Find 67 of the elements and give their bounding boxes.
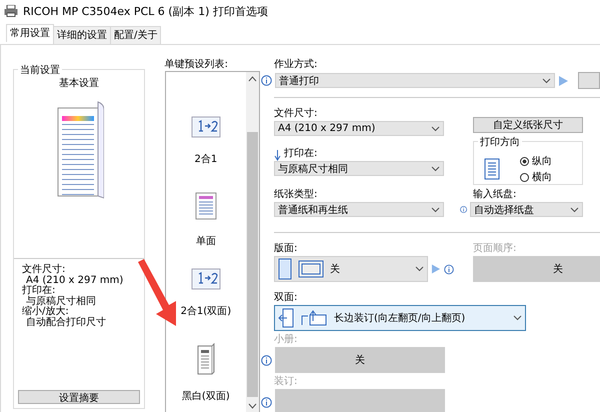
binding-edge-icon <box>300 310 328 326</box>
caret-icon <box>431 126 440 132</box>
field-label: 小册: <box>274 334 298 347</box>
caret-icon <box>431 166 440 172</box>
caret-icon <box>513 315 522 321</box>
caret-icon <box>542 78 551 84</box>
field-label: 作业方式: <box>274 59 318 72</box>
play-arrow-icon <box>558 74 569 86</box>
custom-paper-size-button[interactable]: 自定义纸张尺寸 <box>473 117 583 133</box>
mono-page-icon <box>196 343 215 376</box>
landscape-page-icon <box>298 260 324 278</box>
preset-item[interactable]: 2合1(双面) <box>180 268 232 338</box>
summary-value: 自动配合打印尺寸 <box>25 318 107 328</box>
dropdown[interactable]: A4 (210 x 297 mm) <box>274 121 444 136</box>
tab[interactable]: 配置/关于 <box>110 26 162 44</box>
list-label: 单键预设列表: <box>164 59 230 71</box>
summary-label: 打印在: <box>22 286 56 296</box>
document-page-icon <box>194 192 217 220</box>
info-icon <box>460 204 468 215</box>
field-label: 打印在: <box>284 148 318 161</box>
two-in-one-icon <box>190 268 221 290</box>
preset-item[interactable]: 2合1 <box>190 116 221 186</box>
summary-label: 缩小/放大: <box>22 307 69 317</box>
window-title: RICOH MP C3504ex PCL 6 (副本 1) 打印首选项 <box>23 4 268 18</box>
caret-icon <box>570 206 579 212</box>
dropdown[interactable]: 普通打印 <box>275 73 555 88</box>
info-icon <box>261 396 272 408</box>
field-label: 装订: <box>274 376 298 389</box>
field-label: 版面: <box>274 243 298 256</box>
preset-name: 基本设置 <box>58 76 99 90</box>
dropdown[interactable]: 长边装订(向左翻页/向上翻页) <box>274 305 526 331</box>
dropdown[interactable]: 关 <box>274 256 428 282</box>
summary-value: 与原稿尺寸相同 <box>26 296 97 306</box>
button[interactable] <box>578 72 600 89</box>
tab[interactable]: 常用设置 <box>6 24 54 42</box>
field-label: 页面顺序: <box>473 243 518 256</box>
dropdown: 关 <box>473 256 600 282</box>
play-arrow-icon <box>431 263 442 275</box>
portrait-page-icon <box>484 158 500 180</box>
info-icon <box>261 75 272 86</box>
caret-icon <box>415 266 424 272</box>
info-icon <box>444 264 454 274</box>
dropdown[interactable]: 普通纸和再生纸 <box>274 202 444 217</box>
preset-item[interactable]: 黑白(双面) <box>182 343 230 412</box>
printer-icon <box>4 5 18 17</box>
caret-icon <box>431 206 440 212</box>
down-arrow-icon <box>274 150 281 161</box>
field-label: 输入纸盘: <box>473 189 518 202</box>
dropdown[interactable]: 与原稿尺寸相同 <box>274 161 444 176</box>
field-label: 文件尺寸: <box>274 108 318 121</box>
summary-value: A4 (210 x 297 mm) <box>26 276 124 286</box>
radio-button[interactable]: 纵向 <box>520 154 552 168</box>
radio-button[interactable]: 横向 <box>520 170 552 184</box>
preset-item[interactable]: 单面 <box>194 192 217 262</box>
dropdown: 关 <box>275 347 445 373</box>
settings-summary-button[interactable]: 设置摘要 <box>18 390 140 404</box>
group-title: 当前设置 <box>18 63 62 77</box>
group-title: 打印方向 <box>478 135 522 149</box>
portrait-page-icon <box>278 258 292 280</box>
field-label: 纸张类型: <box>274 189 318 202</box>
summary-label: 文件尺寸: <box>22 265 66 275</box>
tab[interactable]: 详细的设置 <box>53 26 111 44</box>
flip-page-icon <box>278 308 294 328</box>
dropdown[interactable]: 自动选择纸盘 <box>470 202 583 217</box>
two-in-one-icon <box>190 116 221 138</box>
info-icon <box>261 354 272 366</box>
field-label: 双面: <box>274 292 298 305</box>
